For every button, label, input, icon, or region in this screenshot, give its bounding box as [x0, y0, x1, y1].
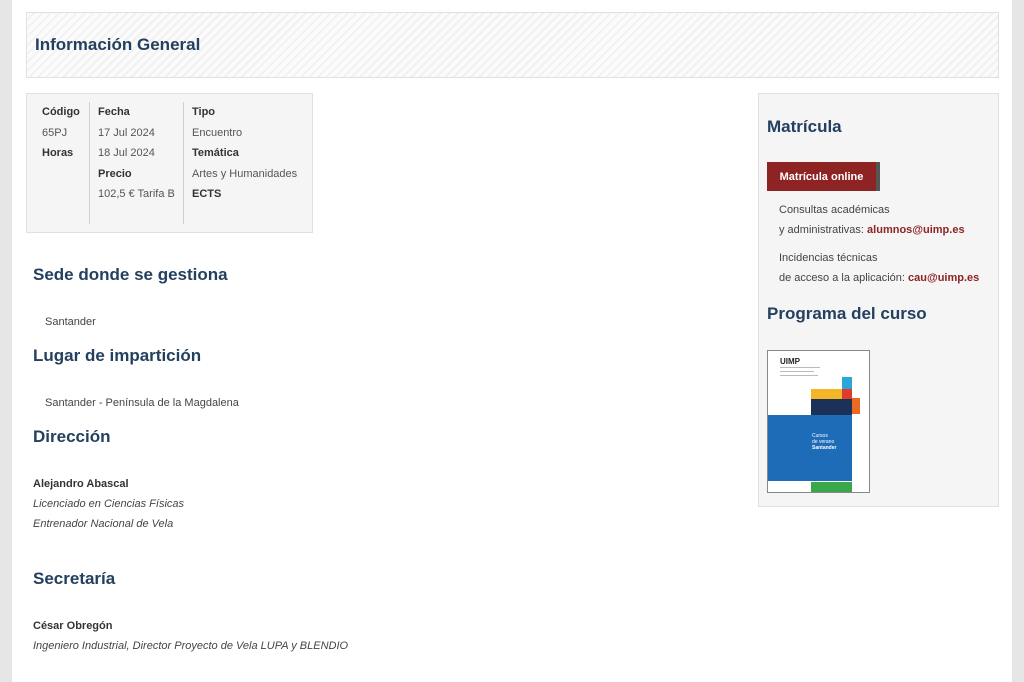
info-column-fecha: Fecha 17 Jul 2024 18 Jul 2024 Precio 102…: [89, 102, 182, 224]
course-program-cover-image[interactable]: UIMP Cursos de verano Santander: [767, 350, 870, 493]
ects-label: ECTS: [192, 188, 222, 200]
tipo-value: Encuentro: [192, 126, 243, 139]
tipo-label: Tipo: [192, 106, 216, 118]
fecha-label: Fecha: [98, 106, 130, 118]
direccion-role-1: Licenciado en Ciencias Físicas: [33, 498, 185, 510]
consultas-label: y administrativas:: [779, 224, 864, 236]
incidencias-label: de acceso a la aplicación:: [779, 272, 905, 284]
cover-text: Cursos de verano Santander: [812, 433, 836, 451]
enrollment-sidebar: Matrícula Matrícula online Consultas aca…: [758, 93, 999, 507]
direccion-name: Alejandro Abascal: [33, 478, 129, 490]
direccion-title: Dirección: [33, 427, 111, 446]
precio-value: 102,5 € Tarifa B: [98, 188, 175, 200]
cover-logo: UIMP: [780, 357, 800, 366]
page-title: Información General: [35, 35, 201, 54]
cover-yellow-block: [811, 389, 843, 399]
incidencias-line-2: de acceso a la aplicación: cau@uimp.es: [779, 272, 979, 284]
lugar-title: Lugar de impartición: [33, 346, 202, 365]
cover-blue-block: [768, 415, 852, 481]
cover-navy-block: [811, 399, 852, 415]
incidencias-line-1: Incidencias técnicas: [779, 252, 878, 264]
cover-green-block: [811, 482, 852, 492]
sede-title: Sede donde se gestiona: [33, 265, 228, 284]
fecha-start: 17 Jul 2024: [98, 126, 155, 139]
info-header: Información General: [26, 12, 999, 78]
codigo-label: Código: [42, 106, 80, 118]
tematica-value: Artes y Humanidades: [192, 167, 298, 180]
direccion-role-2: Entrenador Nacional de Vela: [33, 518, 174, 530]
codigo-value: 65PJ: [42, 126, 68, 139]
lugar-value: Santander - Península de la Magdalena: [45, 397, 239, 409]
course-info-box: Código 65PJ Horas Fecha 17 Jul 2024 18 J…: [26, 93, 313, 233]
cover-subtitle-line: [780, 367, 820, 368]
info-column-codigo: Código 65PJ Horas: [42, 102, 89, 164]
cau-email-link[interactable]: cau@uimp.es: [908, 272, 979, 284]
consultas-line-2: y administrativas: alumnos@uimp.es: [779, 224, 965, 236]
precio-label: Precio: [98, 167, 132, 180]
matricula-title: Matrícula: [767, 117, 842, 136]
tematica-label: Temática: [192, 147, 239, 159]
horas-label: Horas: [42, 147, 74, 159]
cover-text-line-3: Santander: [812, 445, 837, 451]
consultas-line-1: Consultas académicas: [779, 204, 890, 216]
secretaria-name: César Obregón: [33, 620, 113, 632]
matricula-online-button[interactable]: Matrícula online: [767, 162, 880, 191]
alumnos-email-link[interactable]: alumnos@uimp.es: [867, 224, 965, 236]
cover-subtitle-line: [780, 375, 818, 376]
programa-title: Programa del curso: [767, 304, 927, 323]
cover-red-block: [842, 389, 852, 399]
secretaria-title: Secretaría: [33, 569, 116, 588]
fecha-end: 18 Jul 2024: [98, 147, 155, 159]
info-column-tipo: Tipo Encuentro Temática Artes y Humanida…: [183, 102, 308, 224]
cover-cyan-block: [842, 377, 852, 389]
secretaria-role: Ingeniero Industrial, Director Proyecto …: [33, 640, 349, 652]
page: Información General Código 65PJ Horas Fe…: [12, 0, 1012, 682]
cover-subtitle-line: [780, 371, 814, 372]
sede-value: Santander: [45, 316, 96, 328]
cover-orange-block: [852, 398, 860, 414]
